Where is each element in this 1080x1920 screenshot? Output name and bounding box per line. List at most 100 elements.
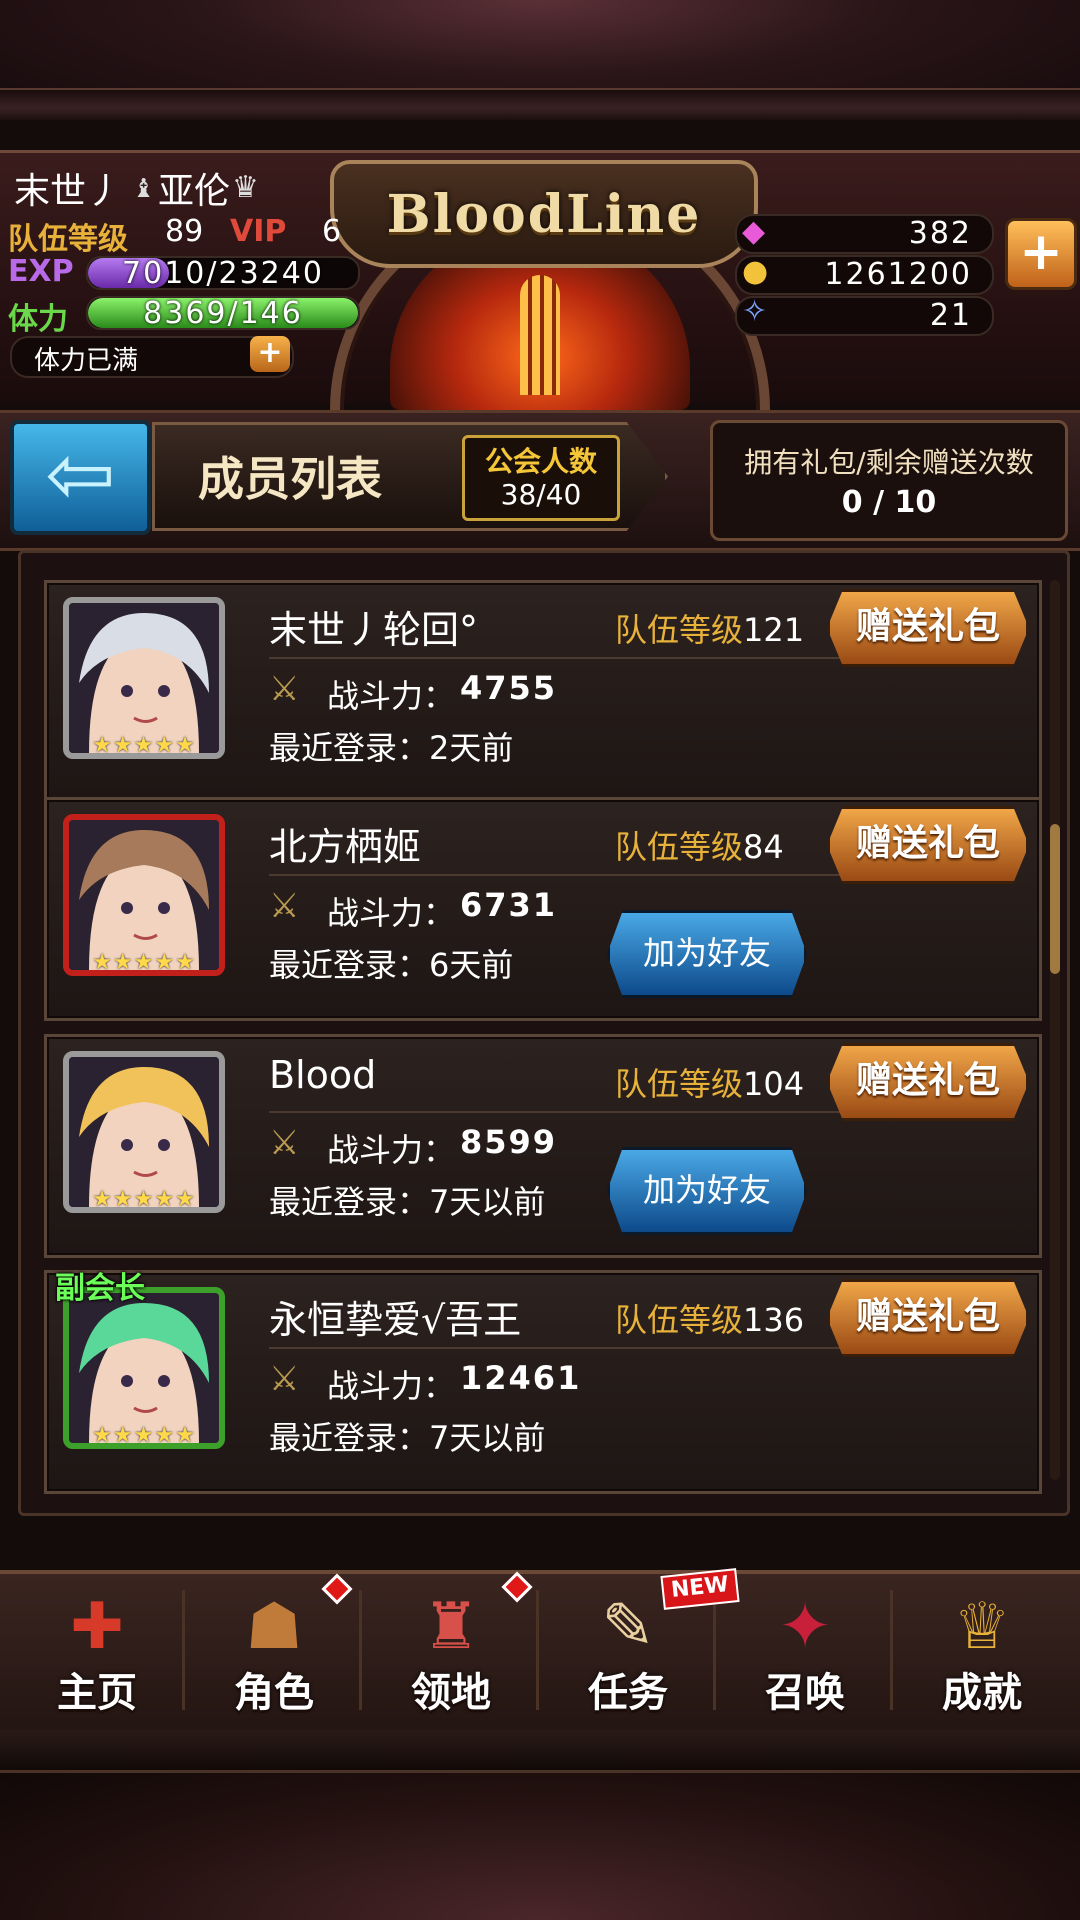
member-level-label: 队伍等级 bbox=[615, 1301, 744, 1339]
send-gift-button[interactable]: 赠送礼包 bbox=[827, 806, 1029, 884]
team-level-value: 89 bbox=[165, 214, 204, 249]
member-name: 北方栖姬 bbox=[269, 825, 422, 869]
stamina-label: 体力 bbox=[8, 302, 68, 337]
power-label: 战斗力： bbox=[327, 894, 456, 932]
gems-row: 382 bbox=[735, 214, 994, 254]
member-level-value: 121 bbox=[743, 611, 805, 649]
member-level-label: 队伍等级 bbox=[615, 611, 744, 649]
nav-item-1[interactable]: ☗ 角色 bbox=[189, 1590, 362, 1716]
card-divider bbox=[269, 1347, 859, 1349]
player-name-part2: 亚伦 bbox=[158, 171, 231, 212]
nav-item-5[interactable]: ♕ 成就 bbox=[897, 1590, 1067, 1716]
nav-label: 主页 bbox=[57, 1670, 137, 1716]
avatar-portrait bbox=[69, 820, 219, 970]
member-card[interactable]: ★★★★★ 副会长 永恒挚爱√吾王 队伍等级136 ⚔ 战斗力： 12461 最… bbox=[44, 1270, 1042, 1494]
member-name: 末世丿轮回° bbox=[269, 608, 479, 652]
crossed-swords-icon: ⚔ bbox=[269, 1359, 300, 1399]
hooded-character-icon: ☗ bbox=[245, 1590, 303, 1664]
logo-text: BloodLine bbox=[386, 183, 702, 245]
card-divider bbox=[269, 1111, 859, 1113]
member-card[interactable]: ★★★★★ Blood 队伍等级104 ⚔ 战斗力： 8599 最近登录：7天以… bbox=[44, 1034, 1042, 1258]
stamina-bar: 8369/146 bbox=[86, 296, 360, 331]
nav-label: 任务 bbox=[588, 1670, 668, 1716]
gift-count-label: 拥有礼包/剩余赠送次数 bbox=[744, 446, 1034, 479]
nav-label: 角色 bbox=[234, 1670, 314, 1716]
power-label: 战斗力： bbox=[327, 1367, 456, 1405]
vip-label: VIP bbox=[230, 214, 287, 249]
member-level-label: 队伍等级 bbox=[615, 828, 744, 866]
trophy-icon: ♕ bbox=[953, 1590, 1011, 1664]
add-friend-button[interactable]: 加为好友 bbox=[607, 1147, 807, 1235]
member-level: 队伍等级121 bbox=[615, 605, 804, 651]
nav-label: 领地 bbox=[411, 1670, 491, 1716]
team-level-label: 队伍等级 bbox=[8, 222, 128, 257]
nav-item-4[interactable]: ✦ 召唤 bbox=[720, 1590, 893, 1716]
page-title: 成员列表 bbox=[198, 452, 382, 506]
send-gift-button[interactable]: 赠送礼包 bbox=[827, 1043, 1029, 1121]
member-card[interactable]: ★★★★★ 北方栖姬 队伍等级84 ⚔ 战斗力： 6731 最近登录：6天前 赠… bbox=[44, 797, 1042, 1021]
game-logo: BloodLine bbox=[330, 160, 758, 268]
member-level-value: 104 bbox=[743, 1065, 805, 1103]
gems-value: 382 bbox=[908, 216, 972, 251]
crossed-swords-icon: ⚔ bbox=[269, 1123, 300, 1163]
power-value: 8599 bbox=[460, 1123, 558, 1161]
scrollbar-track[interactable] bbox=[1050, 580, 1060, 1480]
add-friend-button[interactable]: 加为好友 bbox=[607, 910, 807, 998]
member-card[interactable]: ★★★★★ 末世丿轮回° 队伍等级121 ⚔ 战斗力： 4755 最近登录：2天… bbox=[44, 580, 1042, 804]
nav-item-0[interactable]: ✚ 主页 bbox=[12, 1590, 185, 1716]
nav-label: 召唤 bbox=[765, 1670, 845, 1716]
add-stamina-button[interactable]: + bbox=[250, 336, 290, 372]
rarity-stars: ★★★★★ bbox=[92, 733, 196, 758]
avatar-portrait bbox=[69, 1057, 219, 1207]
power-value: 12461 bbox=[460, 1359, 582, 1397]
bishop-icon: ♝ bbox=[132, 174, 156, 204]
stamina-note-text: 体力已满 bbox=[34, 346, 139, 376]
send-gift-button[interactable]: 赠送礼包 bbox=[827, 1279, 1029, 1357]
crystal-icon: ✧ bbox=[742, 294, 768, 329]
member-level: 队伍等级136 bbox=[615, 1295, 804, 1341]
gold-coin-icon: ● bbox=[742, 254, 769, 289]
crossed-swords-icon: ⚔ bbox=[269, 886, 300, 926]
member-level-value: 136 bbox=[743, 1301, 805, 1339]
crown-icon: ♛ bbox=[232, 170, 259, 205]
gold-row: 1261200 bbox=[735, 255, 994, 295]
cards-icon: ✦ bbox=[778, 1590, 832, 1664]
exp-label: EXP bbox=[8, 254, 74, 289]
rarity-stars: ★★★★★ bbox=[92, 1187, 196, 1212]
last-login: 最近登录：7天以前 bbox=[269, 1419, 546, 1457]
shield-cross-icon: ✚ bbox=[70, 1590, 124, 1664]
stamina-text: 8369/146 bbox=[143, 296, 303, 331]
scrollbar-thumb[interactable] bbox=[1050, 824, 1060, 974]
nav-item-2[interactable]: ♜ 领地 bbox=[366, 1590, 539, 1716]
guild-member-count: 公会人数 38/40 bbox=[462, 435, 620, 521]
power-value: 4755 bbox=[460, 669, 558, 707]
bottom-ornament-bar bbox=[0, 1730, 1080, 1773]
gift-count-box: 拥有礼包/剩余赠送次数 0 / 10 bbox=[710, 420, 1068, 541]
nav-item-3[interactable]: ✎ 任务 bbox=[543, 1590, 716, 1716]
rarity-stars: ★★★★★ bbox=[92, 950, 196, 975]
member-level-value: 84 bbox=[743, 828, 784, 866]
exp-bar: 7010/23240 bbox=[86, 256, 360, 291]
send-gift-button[interactable]: 赠送礼包 bbox=[827, 589, 1029, 667]
ornate-bottom-border bbox=[0, 1773, 1080, 1920]
power-label: 战斗力： bbox=[327, 1131, 456, 1169]
power-value: 6731 bbox=[460, 886, 558, 924]
gold-value: 1261200 bbox=[824, 257, 972, 292]
member-level-label: 队伍等级 bbox=[615, 1065, 744, 1103]
member-count-label: 公会人数 bbox=[484, 445, 597, 478]
player-name-part1: 末世丿 bbox=[14, 171, 123, 212]
last-login: 最近登录：2天前 bbox=[269, 729, 514, 767]
avatar-portrait bbox=[69, 1293, 219, 1443]
card-divider bbox=[269, 874, 859, 876]
vice-leader-tag: 副会长 bbox=[55, 1271, 145, 1306]
rarity-stars: ★★★★★ bbox=[92, 1423, 196, 1448]
add-currency-button[interactable]: + bbox=[1005, 218, 1077, 290]
crystal-value: 21 bbox=[929, 298, 972, 333]
member-level: 队伍等级84 bbox=[615, 822, 784, 868]
gift-count-value: 0 / 10 bbox=[841, 485, 937, 520]
nav-label: 成就 bbox=[942, 1670, 1022, 1716]
ornate-top-border bbox=[0, 0, 1080, 120]
member-name: 永恒挚爱√吾王 bbox=[269, 1298, 522, 1342]
back-button[interactable]: ⇦ bbox=[10, 420, 151, 535]
member-level: 队伍等级104 bbox=[615, 1059, 804, 1105]
